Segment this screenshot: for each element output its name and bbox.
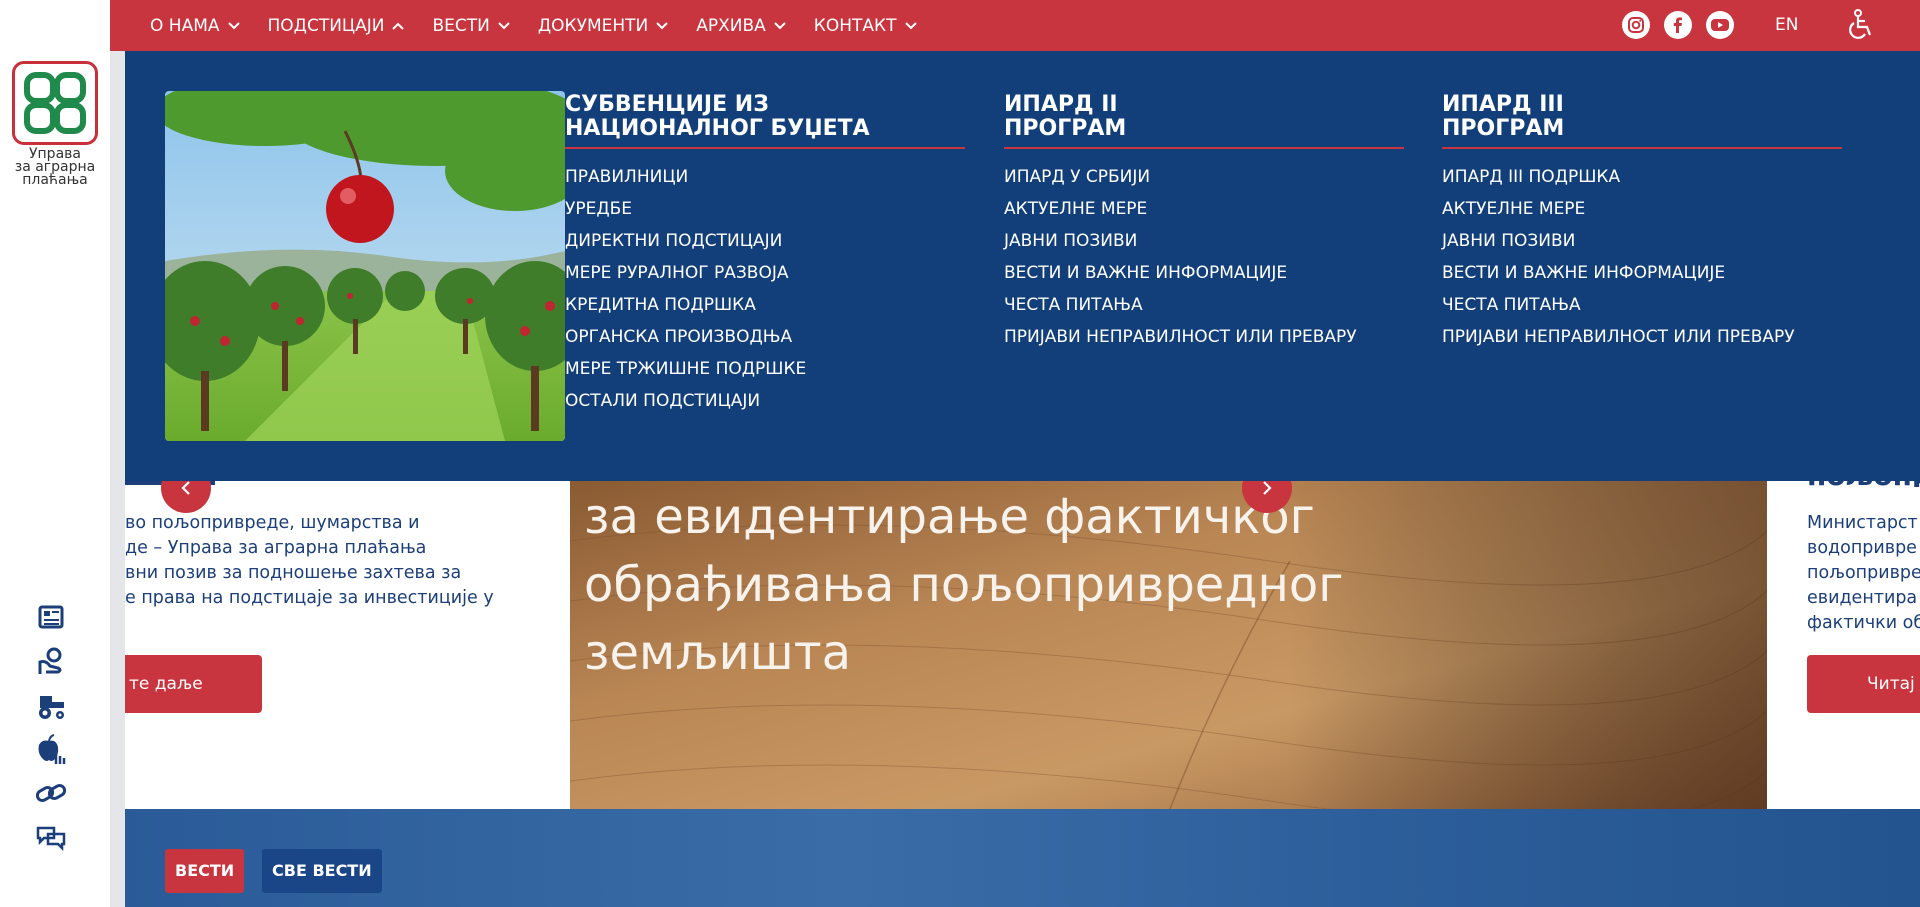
menu-link[interactable]: ОРГАНСКА ПРОИЗВОДЊА bbox=[565, 321, 965, 353]
nav-item-podsticaji[interactable]: ПОДСТИЦАЈИ bbox=[268, 16, 405, 36]
news-section: ВЕСТИ СВЕ ВЕСТИ bbox=[125, 809, 1920, 907]
menu-link[interactable]: ЧЕСТА ПИТАЊА bbox=[1442, 289, 1842, 321]
left-sidebar: Управа за аграрна плаћања bbox=[0, 0, 110, 907]
menu-link[interactable]: УРЕДБЕ bbox=[565, 193, 965, 225]
link-icon[interactable] bbox=[34, 776, 68, 810]
menu-link[interactable]: МЕРЕ ТРЖИШНЕ ПОДРШКЕ bbox=[565, 353, 965, 385]
menu-link[interactable]: ЈАВНИ ПОЗИВИ bbox=[1004, 225, 1404, 257]
chevron-down-icon bbox=[904, 21, 917, 29]
chevron-down-icon bbox=[498, 21, 510, 29]
column-links: ИПАРД III ПОДРШКА АКТУЕЛНЕ МЕРЕ ЈАВНИ ПО… bbox=[1442, 161, 1842, 353]
menu-link[interactable]: АКТУЕЛНЕ МЕРЕ bbox=[1442, 193, 1842, 225]
newspaper-icon[interactable] bbox=[34, 600, 68, 634]
menu-link[interactable]: ЈАВНИ ПОЗИВИ bbox=[1442, 225, 1842, 257]
menu-link[interactable]: ПРИЈАВИ НЕПРАВИЛНОСТ ИЛИ ПРЕВАРУ bbox=[1004, 321, 1404, 353]
menu-link[interactable]: ЧЕСТА ПИТАЊА bbox=[1004, 289, 1404, 321]
nav-item-dokumenti[interactable]: ДОКУМЕНТИ bbox=[538, 16, 668, 36]
chevron-right-icon bbox=[1263, 481, 1272, 495]
menu-link[interactable]: ВЕСТИ И ВАЖНЕ ИНФОРМАЦИЈЕ bbox=[1004, 257, 1404, 289]
left-slide-text: во пољопривреде, шумарства и де – Управа… bbox=[125, 513, 494, 608]
chevron-down-icon bbox=[227, 21, 240, 29]
chevron-down-icon bbox=[774, 21, 786, 29]
youtube-icon[interactable] bbox=[1706, 11, 1734, 39]
chevron-left-icon bbox=[181, 481, 190, 495]
menu-link[interactable]: ИПАРД III ПОДРШКА bbox=[1442, 161, 1842, 193]
menu-link[interactable]: ПРИЈАВИ НЕПРАВИЛНОСТ ИЛИ ПРЕВАРУ bbox=[1442, 321, 1842, 353]
apple-hand-icon[interactable] bbox=[34, 732, 68, 766]
sidebar-divider bbox=[110, 0, 125, 907]
menu-link[interactable]: ВЕСТИ И ВАЖНЕ ИНФОРМАЦИЈЕ bbox=[1442, 257, 1842, 289]
all-news-button[interactable]: СВЕ ВЕСТИ bbox=[262, 849, 382, 893]
column-title: ИПАРД III ПРОГРАМ bbox=[1442, 93, 1842, 149]
menu-link[interactable]: КРЕДИТНА ПОДРШКА bbox=[565, 289, 965, 321]
sidebar-icon-list bbox=[34, 600, 76, 864]
top-navigation-bar: О НАМА ПОДСТИЦАЈИ ВЕСТИ ДОКУМЕНТИ АРХИВА… bbox=[110, 0, 1920, 51]
wheelchair-icon[interactable] bbox=[1845, 9, 1877, 41]
menu-column-national-budget: СУБВЕНЦИЈЕ ИЗ НАЦИОНАЛНОГ БУЏЕТА ПРАВИЛН… bbox=[565, 93, 965, 417]
column-links: ИПАРД У СРБИЈИ АКТУЕЛНЕ МЕРЕ ЈАВНИ ПОЗИВ… bbox=[1004, 161, 1404, 353]
podsticaji-mega-menu: СУБВЕНЦИЈЕ ИЗ НАЦИОНАЛНОГ БУЏЕТА ПРАВИЛН… bbox=[125, 51, 1920, 481]
instagram-icon[interactable] bbox=[1622, 11, 1650, 39]
chevron-up-icon bbox=[392, 22, 405, 30]
hand-coins-icon[interactable] bbox=[34, 644, 68, 678]
menu-link[interactable]: АКТУЕЛНЕ МЕРЕ bbox=[1004, 193, 1404, 225]
menu-link[interactable]: ИПАРД У СРБИЈИ bbox=[1004, 161, 1404, 193]
hero-carousel: во пољопривреде, шумарства и де – Управа… bbox=[125, 465, 1920, 809]
apple-orchard-photo bbox=[165, 91, 565, 441]
facebook-icon[interactable] bbox=[1664, 11, 1692, 39]
menu-link[interactable]: ДИРЕКТНИ ПОДСТИЦАЈИ bbox=[565, 225, 965, 257]
slide-headline: за евидентирање фактичког обрађивања пољ… bbox=[584, 489, 1344, 681]
site-logo[interactable] bbox=[12, 61, 98, 145]
chat-icon[interactable] bbox=[34, 820, 68, 854]
clover-logo-icon bbox=[24, 72, 86, 134]
column-title: СУБВЕНЦИЈЕ ИЗ НАЦИОНАЛНОГ БУЏЕТА bbox=[565, 93, 965, 149]
nav-item-arhiva[interactable]: АРХИВА bbox=[696, 16, 786, 36]
nav-item-o-nama[interactable]: О НАМА bbox=[150, 16, 240, 36]
right-read-more-button[interactable]: Читај bbox=[1807, 655, 1920, 713]
menu-link[interactable]: МЕРЕ РУРАЛНОГ РАЗВОЈА bbox=[565, 257, 965, 289]
menu-column-ipard-ii: ИПАРД II ПРОГРАМ ИПАРД У СРБИЈИ АКТУЕЛНЕ… bbox=[1004, 93, 1404, 353]
tractor-icon[interactable] bbox=[34, 688, 68, 722]
social-links bbox=[1622, 11, 1748, 39]
menu-column-ipard-iii: ИПАРД III ПРОГРАМ ИПАРД III ПОДРШКА АКТУ… bbox=[1442, 93, 1842, 353]
right-slide-text: Министарст водопривре пољопривре евидент… bbox=[1807, 513, 1920, 633]
news-tag[interactable]: ВЕСТИ bbox=[165, 849, 245, 893]
column-title: ИПАРД II ПРОГРАМ bbox=[1004, 93, 1404, 149]
nav-item-vesti[interactable]: ВЕСТИ bbox=[432, 16, 510, 36]
left-read-more-button[interactable]: те даље bbox=[125, 655, 262, 713]
language-switch[interactable]: EN bbox=[1775, 15, 1798, 35]
center-slide-image: за евидентирање фактичког обрађивања пољ… bbox=[570, 481, 1767, 809]
chevron-down-icon bbox=[656, 21, 668, 29]
menu-link[interactable]: ОСТАЛИ ПОДСТИЦАЈИ bbox=[565, 385, 965, 417]
logo-text: Управа за аграрна плаћања bbox=[14, 146, 96, 188]
nav-item-kontakt[interactable]: КОНТАКТ bbox=[814, 16, 917, 36]
main-nav: О НАМА ПОДСТИЦАЈИ ВЕСТИ ДОКУМЕНТИ АРХИВА… bbox=[150, 0, 945, 51]
column-links: ПРАВИЛНИЦИ УРЕДБЕ ДИРЕКТНИ ПОДСТИЦАЈИ МЕ… bbox=[565, 161, 965, 417]
menu-link[interactable]: ПРАВИЛНИЦИ bbox=[565, 161, 965, 193]
